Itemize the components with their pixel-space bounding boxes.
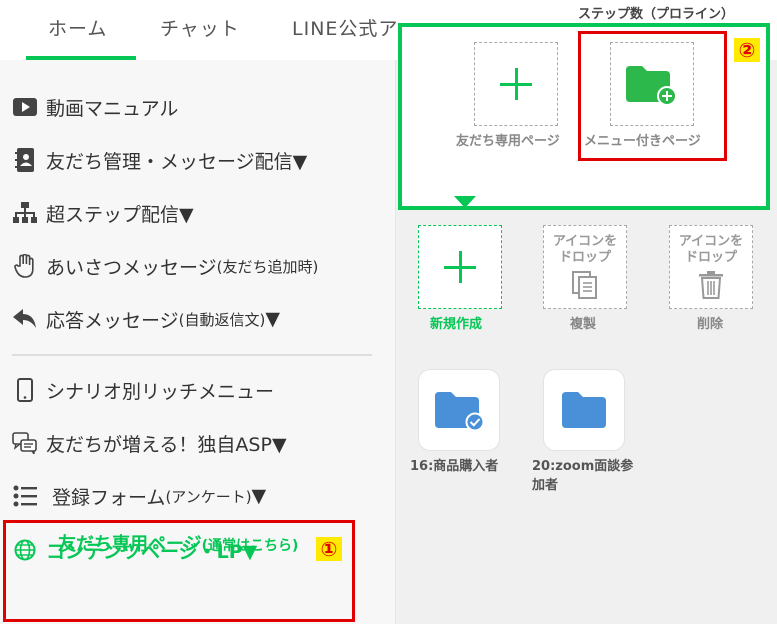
sitemap-icon [12, 200, 38, 226]
sidebar-item-super-step[interactable]: 超ステップ配信▼ [12, 198, 194, 228]
sidebar-item-sublabel: (友だち追加時) [216, 257, 319, 276]
folder-card-zoom-participants[interactable] [543, 369, 625, 451]
tab-chat[interactable]: チャット [160, 14, 240, 41]
sidebar-item-label: 超ステップ配信▼ [46, 203, 194, 226]
sidebar-item-label: あいさつメッセージ [46, 256, 217, 279]
expand-arrow: ▼ [265, 308, 280, 330]
reply-icon [12, 306, 38, 332]
folder-label-product-buyers: 16:商品購入者 [410, 459, 499, 474]
trash-icon [699, 271, 723, 299]
sidebar-item-label: 応答メッセージ [46, 309, 179, 332]
sidebar-item-video-manual[interactable]: 動画マニュアル [12, 92, 178, 122]
sidebar-item-sublabel: (自動返信文) [178, 310, 266, 329]
plus-icon [474, 42, 558, 126]
smartphone-icon [12, 377, 38, 403]
duplicate-label: 複製 [570, 317, 597, 332]
sidebar-item-registration-form[interactable]: 登録フォーム (アンケート) ▼ [12, 481, 266, 511]
highlight-box-2 [578, 31, 727, 161]
list-icon [12, 483, 38, 509]
delete-label: 削除 [697, 317, 724, 332]
annotation-badge-1: ① [316, 537, 342, 561]
sidebar-item-greeting-message[interactable]: あいさつメッセージ (友だち追加時) [12, 251, 318, 281]
step-count-caption: ステップ数（プロライン） [578, 7, 735, 22]
sidebar-item-auto-reply[interactable]: 応答メッセージ (自動返信文) ▼ [12, 304, 280, 334]
folder-icon [562, 392, 608, 434]
sidebar-item-label: 友だちが増える！独自ASP▼ [46, 433, 287, 456]
folder-card-product-buyers[interactable] [418, 369, 500, 451]
play-video-icon [12, 94, 38, 120]
sidebar-item-label: シナリオ別リッチメニュー [46, 380, 275, 403]
sidebar-divider [12, 354, 372, 356]
annotation-badge-2: ② [734, 38, 760, 62]
plus-icon [418, 225, 502, 309]
expand-arrow: ▼ [251, 485, 267, 507]
contact-book-icon [12, 147, 38, 173]
sidebar-item-label: 友だち管理・メッセージ配信▼ [46, 150, 308, 173]
duplicate-drop-text: アイコンを ドロップ [552, 234, 618, 265]
tab-home[interactable]: ホーム [48, 14, 107, 41]
highlight-box-1 [3, 520, 355, 622]
sidebar-item-sublabel: (アンケート) [165, 487, 252, 506]
tile-friend-only-page-label: 友だち専用ページ [456, 134, 560, 149]
sidebar-item-friend-management[interactable]: 友だち管理・メッセージ配信▼ [12, 145, 307, 175]
sidebar-item-label: 登録フォーム [52, 486, 166, 509]
hand-icon [12, 253, 38, 279]
sidebar-item-asp[interactable]: 友だちが増える！独自ASP▼ [12, 428, 287, 458]
popup-pointer [454, 196, 476, 208]
tab-line-official[interactable]: LINE公式ア [292, 14, 398, 41]
delete-drop-text: アイコンを ドロップ [678, 234, 744, 265]
sidebar-item-rich-menu[interactable]: シナリオ別リッチメニュー [12, 375, 274, 405]
copy-icon [572, 271, 598, 299]
folder-check-icon [435, 392, 487, 436]
new-create-label: 新規作成 [430, 317, 483, 332]
sidebar-item-label: 動画マニュアル [46, 97, 179, 120]
chat-icon [12, 430, 38, 456]
folder-label-zoom-participants: 20:zoom面談参加者 [532, 459, 634, 493]
